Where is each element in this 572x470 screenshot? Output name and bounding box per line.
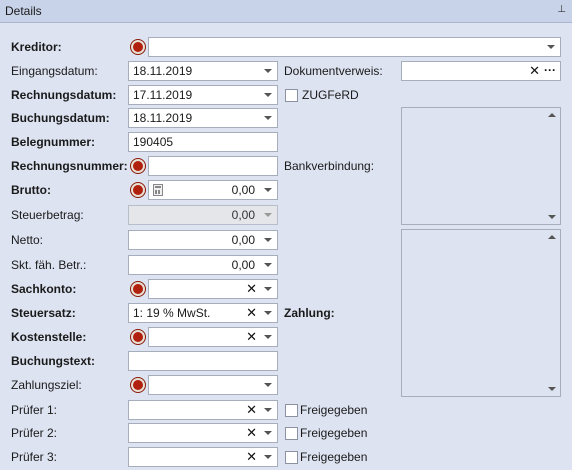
clear-icon[interactable]: ✕ — [246, 401, 257, 419]
scroll-down-icon[interactable] — [548, 215, 556, 219]
pruefer1-freigegeben-label: Freigegeben — [300, 403, 368, 417]
zahlungsziel-combobox[interactable] — [148, 375, 278, 395]
chevron-down-icon[interactable] — [259, 280, 277, 298]
netto-value: 0,00 — [231, 233, 255, 247]
chevron-down-icon — [259, 206, 277, 224]
steuersatz-combobox[interactable]: 1: 19 % MwSt. ✕ — [128, 303, 278, 323]
rechnungsnummer-input[interactable] — [148, 156, 278, 176]
panel-titlebar: Details ⊥ — [0, 0, 572, 23]
sachkonto-combobox[interactable]: ✕ — [148, 279, 278, 299]
chevron-down-icon[interactable] — [259, 62, 277, 80]
chevron-down-icon[interactable] — [259, 424, 277, 442]
sachkonto-required-icon — [131, 282, 145, 296]
netto-amount-input[interactable]: 0,00 — [128, 230, 278, 250]
bankverbindung-label: Bankverbindung: — [284, 159, 375, 173]
clear-icon[interactable]: ✕ — [246, 448, 257, 466]
panel-title: Details — [5, 4, 42, 18]
kreditor-combobox[interactable] — [148, 37, 561, 57]
pruefer1-combobox[interactable]: ✕ — [128, 400, 278, 420]
buchungstext-label: Buchungstext: — [11, 354, 95, 368]
zugferd-label: ZUGFeRD — [302, 88, 359, 102]
chevron-down-icon[interactable] — [259, 109, 277, 127]
pruefer3-combobox[interactable]: ✕ — [128, 447, 278, 467]
chevron-down-icon[interactable] — [259, 231, 277, 249]
buchungstext-input[interactable] — [128, 351, 278, 371]
pruefer3-freigegeben-checkbox[interactable] — [285, 451, 298, 464]
clear-icon[interactable]: ✕ — [246, 424, 257, 442]
clear-icon[interactable]: ✕ — [246, 280, 257, 298]
calculator-icon[interactable] — [153, 184, 163, 196]
skonto-amount-input[interactable]: 0,00 — [128, 255, 278, 275]
pruefer1-freigegeben-checkbox[interactable] — [285, 404, 298, 417]
belegnummer-label: Belegnummer: — [11, 135, 96, 149]
eingangsdatum-label: Eingangsdatum: — [11, 64, 98, 78]
dokumentverweis-label: Dokumentverweis: — [284, 64, 383, 78]
pruefer3-label: Prüfer 3: — [11, 450, 58, 464]
kostenstelle-required-icon — [131, 330, 145, 344]
belegnummer-value: 190405 — [133, 135, 174, 149]
details-panel: Kreditor: Eingangsdatum: 18.11.2019 Doku… — [0, 23, 572, 470]
rechnungsdatum-value: 17.11.2019 — [133, 88, 193, 102]
chevron-down-icon[interactable] — [259, 86, 277, 104]
chevron-down-icon[interactable] — [259, 448, 277, 466]
kostenstelle-combobox[interactable]: ✕ — [148, 327, 278, 347]
rechnungsnummer-label: Rechnungsnummer: — [11, 159, 128, 173]
scroll-up-icon[interactable] — [548, 235, 556, 239]
netto-label: Netto: — [11, 233, 44, 247]
brutto-required-icon — [131, 183, 145, 197]
sachkonto-label: Sachkonto: — [11, 282, 77, 296]
more-icon[interactable]: ··· — [544, 62, 556, 80]
buchungsdatum-label: Buchungsdatum: — [11, 111, 110, 125]
eingangsdatum-date-input[interactable]: 18.11.2019 — [128, 61, 278, 81]
pruefer1-label: Prüfer 1: — [11, 403, 58, 417]
chevron-down-icon[interactable] — [259, 256, 277, 274]
buchungsdatum-value: 18.11.2019 — [133, 111, 193, 125]
clear-icon[interactable]: ✕ — [246, 304, 257, 322]
bankverbindung-listbox[interactable] — [401, 107, 561, 225]
chevron-down-icon[interactable] — [259, 376, 277, 394]
kreditor-required-icon — [131, 40, 145, 54]
rechnungsdatum-label: Rechnungsdatum: — [11, 88, 117, 102]
brutto-amount-input[interactable]: 0,00 — [148, 180, 278, 200]
zahlungsziel-required-icon — [131, 378, 145, 392]
buchungsdatum-date-input[interactable]: 18.11.2019 — [128, 108, 278, 128]
clear-icon[interactable]: ✕ — [246, 328, 257, 346]
dokumentverweis-input[interactable]: ✕ ··· — [401, 61, 561, 81]
pruefer2-freigegeben-checkbox[interactable] — [285, 427, 298, 440]
steuersatz-label: Steuersatz: — [11, 306, 76, 320]
brutto-label: Brutto: — [11, 183, 51, 197]
brutto-value: 0,00 — [231, 183, 255, 197]
pruefer2-combobox[interactable]: ✕ — [128, 423, 278, 443]
pruefer2-freigegeben-label: Freigegeben — [300, 426, 368, 440]
pin-icon[interactable]: ⊥ — [557, 4, 566, 15]
rechnungsdatum-date-input[interactable]: 17.11.2019 — [128, 85, 278, 105]
zahlung-listbox[interactable] — [401, 229, 561, 397]
chevron-down-icon[interactable] — [259, 328, 277, 346]
steuerbetrag-label: Steuerbetrag: — [11, 208, 84, 222]
belegnummer-input[interactable]: 190405 — [128, 132, 278, 152]
chevron-down-icon[interactable] — [259, 401, 277, 419]
zugferd-checkbox[interactable] — [285, 89, 298, 102]
skonto-value: 0,00 — [231, 258, 255, 272]
steuerbetrag-value: 0,00 — [231, 208, 255, 222]
pruefer3-freigegeben-label: Freigegeben — [300, 450, 368, 464]
chevron-down-icon[interactable] — [542, 38, 560, 56]
chevron-down-icon[interactable] — [259, 304, 277, 322]
zahlung-label: Zahlung: — [284, 306, 335, 320]
scroll-down-icon[interactable] — [548, 387, 556, 391]
eingangsdatum-value: 18.11.2019 — [133, 64, 193, 78]
clear-icon[interactable]: ✕ — [529, 62, 540, 80]
rechnungsnummer-required-icon — [131, 159, 145, 173]
pruefer2-label: Prüfer 2: — [11, 426, 58, 440]
steuerbetrag-input: 0,00 — [128, 205, 278, 225]
skonto-label: Skt. fäh. Betr.: — [11, 258, 87, 272]
steuersatz-value: 1: 19 % MwSt. — [133, 306, 211, 320]
chevron-down-icon[interactable] — [259, 181, 277, 199]
kreditor-label: Kreditor: — [11, 40, 62, 54]
zahlungsziel-label: Zahlungsziel: — [11, 378, 82, 392]
kostenstelle-label: Kostenstelle: — [11, 330, 87, 344]
scroll-up-icon[interactable] — [548, 113, 556, 117]
